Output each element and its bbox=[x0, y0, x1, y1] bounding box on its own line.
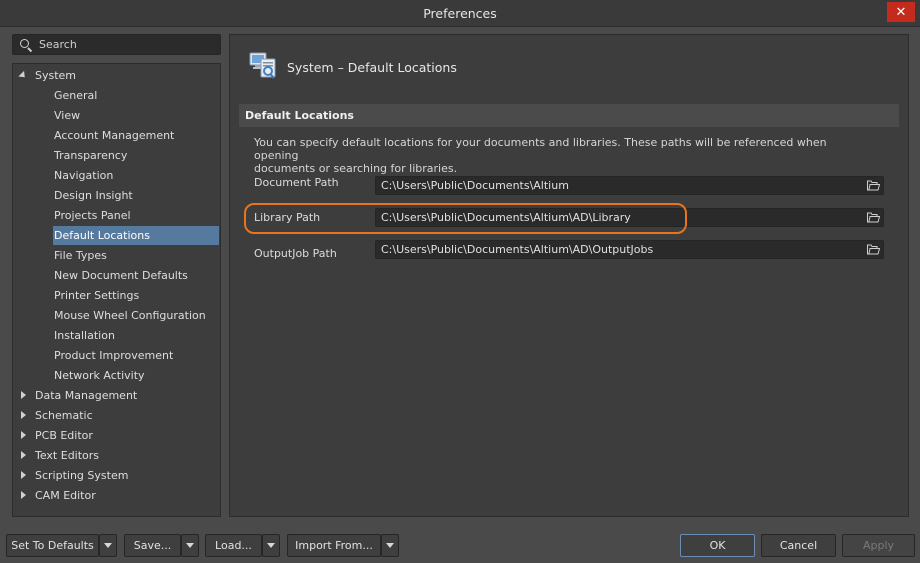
collapse-arrow-icon[interactable] bbox=[21, 471, 26, 479]
load-button[interactable]: Load... bbox=[205, 534, 262, 557]
tree-item-label: System bbox=[35, 68, 77, 82]
tree-item-product-improvement[interactable]: Product Improvement bbox=[13, 345, 220, 365]
tree-item-network-activity[interactable]: Network Activity bbox=[13, 365, 220, 385]
tree-item-label: Schematic bbox=[35, 408, 93, 422]
tree-item-file-types[interactable]: File Types bbox=[13, 245, 220, 265]
tree-item-label: File Types bbox=[54, 248, 107, 262]
section-header: Default Locations bbox=[239, 104, 899, 127]
section-title: Default Locations bbox=[245, 109, 354, 122]
folder-browse-icon[interactable] bbox=[867, 180, 880, 191]
tree-item-default-locations[interactable]: Default Locations bbox=[13, 225, 220, 245]
tree-item-label: Navigation bbox=[54, 168, 114, 182]
apply-button[interactable]: Apply bbox=[842, 534, 915, 557]
system-settings-icon bbox=[249, 52, 276, 79]
save-dropdown[interactable] bbox=[181, 534, 199, 557]
tree-item-label: Design Insight bbox=[54, 188, 133, 202]
import-from-button[interactable]: Import From... bbox=[287, 534, 381, 557]
ok-button[interactable]: OK bbox=[680, 534, 755, 557]
tree-item-design-insight[interactable]: Design Insight bbox=[13, 185, 220, 205]
window-title: Preferences bbox=[423, 5, 497, 21]
tree-item-data-management[interactable]: Data Management bbox=[13, 385, 220, 405]
tree-item-label: PCB Editor bbox=[35, 428, 93, 442]
chevron-down-icon bbox=[386, 543, 394, 548]
preferences-tree: System General View Account Management Trans… bbox=[12, 63, 221, 517]
cancel-button[interactable]: Cancel bbox=[761, 534, 836, 557]
outputjob-path-label: OutputJob Path bbox=[254, 247, 337, 260]
tree-item-label: Network Activity bbox=[54, 368, 145, 382]
collapse-arrow-icon[interactable] bbox=[21, 391, 26, 399]
set-to-defaults-dropdown[interactable] bbox=[99, 534, 117, 557]
tree-item-label: Projects Panel bbox=[54, 208, 131, 222]
load-dropdown[interactable] bbox=[262, 534, 280, 557]
tree-item-account-management[interactable]: Account Management bbox=[13, 125, 220, 145]
import-from-dropdown[interactable] bbox=[381, 534, 399, 557]
tree-item-label: View bbox=[54, 108, 81, 122]
tree-item-label: Mouse Wheel Configuration bbox=[54, 308, 206, 322]
search-icon bbox=[19, 38, 33, 52]
tree-item-installation[interactable]: Installation bbox=[13, 325, 220, 345]
tree-item-label: Scripting System bbox=[35, 468, 129, 482]
folder-browse-icon[interactable] bbox=[867, 244, 880, 255]
tree-item-label: Text Editors bbox=[35, 448, 100, 462]
collapse-arrow-icon[interactable] bbox=[21, 491, 26, 499]
folder-browse-icon[interactable] bbox=[867, 212, 880, 223]
tree-item-label: New Document Defaults bbox=[54, 268, 188, 282]
section-description: You can specify default locations for yo… bbox=[254, 136, 874, 175]
tree-item-navigation[interactable]: Navigation bbox=[13, 165, 220, 185]
tree-item-label: Installation bbox=[54, 328, 115, 342]
outputjob-path-value: C:\Users\Public\Documents\Altium\AD\Outp… bbox=[381, 243, 654, 256]
chevron-down-icon bbox=[267, 543, 275, 548]
chevron-down-icon bbox=[104, 543, 112, 548]
set-to-defaults-button[interactable]: Set To Defaults bbox=[6, 534, 99, 557]
tree-item-label: Product Improvement bbox=[54, 348, 174, 362]
tree-item-view[interactable]: View bbox=[13, 105, 220, 125]
tree-item-label: Account Management bbox=[54, 128, 175, 142]
tree-item-label: Data Management bbox=[35, 388, 138, 402]
save-button[interactable]: Save... bbox=[124, 534, 181, 557]
tree-item-cam-editor[interactable]: CAM Editor bbox=[13, 485, 220, 505]
tree-item-label: Printer Settings bbox=[54, 288, 140, 302]
description-line-2: documents or searching for libraries. bbox=[254, 162, 458, 175]
tree-item-schematic[interactable]: Schematic bbox=[13, 405, 220, 425]
tree-item-label: General bbox=[54, 88, 98, 102]
tree-item-system[interactable]: System bbox=[13, 65, 220, 85]
document-path-value: C:\Users\Public\Documents\Altium bbox=[381, 179, 569, 192]
collapse-arrow-icon[interactable] bbox=[21, 411, 26, 419]
tree-item-label: Default Locations bbox=[54, 228, 150, 242]
tree-item-general[interactable]: General bbox=[13, 85, 220, 105]
tree-item-transparency[interactable]: Transparency bbox=[13, 145, 220, 165]
description-line-1: You can specify default locations for yo… bbox=[254, 136, 827, 162]
tree-item-projects-panel[interactable]: Projects Panel bbox=[13, 205, 220, 225]
tree-item-printer-settings[interactable]: Printer Settings bbox=[13, 285, 220, 305]
tree-item-label: CAM Editor bbox=[35, 488, 96, 502]
content-panel: System – Default Locations Default Locat… bbox=[229, 34, 909, 517]
page-title: System – Default Locations bbox=[287, 60, 457, 75]
tree-item-mouse-wheel-configuration[interactable]: Mouse Wheel Configuration bbox=[13, 305, 220, 325]
tree-item-new-document-defaults[interactable]: New Document Defaults bbox=[13, 265, 220, 285]
chevron-down-icon bbox=[186, 543, 194, 548]
search-input[interactable]: Search bbox=[12, 34, 221, 55]
close-icon: ✕ bbox=[895, 4, 907, 20]
outputjob-path-field[interactable]: C:\Users\Public\Documents\Altium\AD\Outp… bbox=[375, 240, 884, 259]
expand-arrow-icon[interactable] bbox=[18, 70, 28, 81]
library-path-highlight bbox=[244, 203, 687, 234]
tree-item-text-editors[interactable]: Text Editors bbox=[13, 445, 220, 465]
collapse-arrow-icon[interactable] bbox=[21, 431, 26, 439]
close-button[interactable]: ✕ bbox=[887, 2, 915, 22]
document-path-field[interactable]: C:\Users\Public\Documents\Altium bbox=[375, 176, 884, 195]
collapse-arrow-icon[interactable] bbox=[21, 451, 26, 459]
tree-item-pcb-editor[interactable]: PCB Editor bbox=[13, 425, 220, 445]
title-bar: Preferences ✕ bbox=[0, 0, 920, 27]
search-placeholder: Search bbox=[39, 38, 77, 51]
tree-item-scripting-system[interactable]: Scripting System bbox=[13, 465, 220, 485]
tree-item-label: Transparency bbox=[54, 148, 128, 162]
document-path-label: Document Path bbox=[254, 176, 339, 189]
